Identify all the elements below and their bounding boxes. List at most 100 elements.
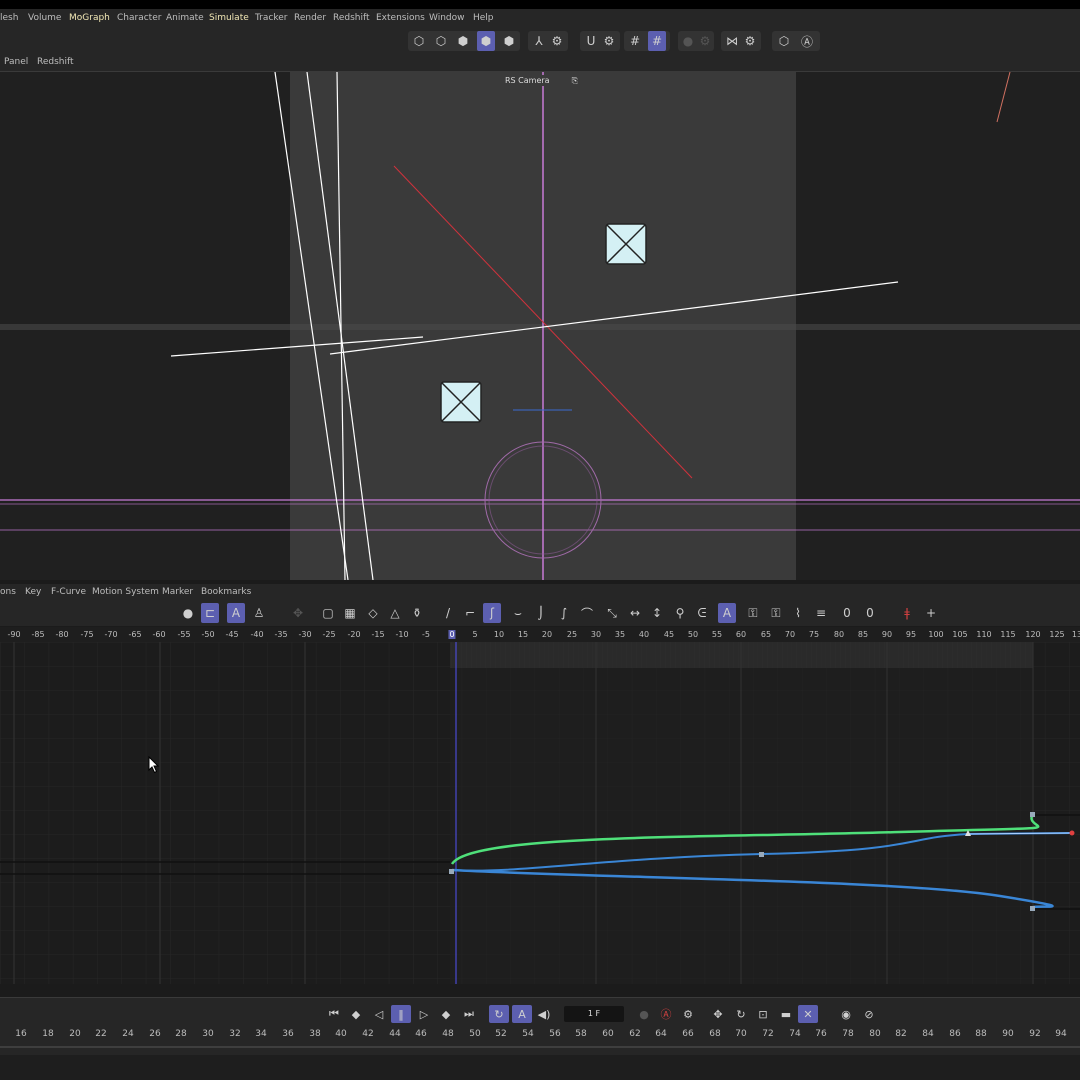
hex-icon[interactable]: ⬡ [775, 31, 793, 51]
break-tangent-icon[interactable]: ⤡ [603, 603, 621, 623]
timeline-menu-bookmarks[interactable]: Bookmarks [201, 587, 251, 597]
spline-icon[interactable]: ⅄ [530, 31, 548, 51]
keyframe[interactable] [1030, 812, 1035, 817]
menu-render[interactable]: Render [294, 13, 326, 23]
viewport-menu-panel[interactable]: Panel [4, 57, 28, 67]
mirror-icon[interactable]: ⋈ [723, 31, 741, 51]
loop-icon[interactable]: ↻ [489, 1005, 509, 1023]
film-icon[interactable]: ▦ [341, 603, 359, 623]
user-icon[interactable]: ♙ [250, 603, 268, 623]
add-marker-icon[interactable]: + [922, 603, 940, 623]
a-icon[interactable]: A [227, 603, 245, 623]
cone-icon[interactable]: ⬡ [432, 31, 450, 51]
a-icon[interactable]: Ⓐ [798, 31, 816, 51]
ease-both-icon[interactable]: ⌒ [578, 603, 596, 623]
camera-label[interactable]: RS Camera ⎘ [501, 75, 581, 86]
key-rotate-icon[interactable]: ↻ [731, 1005, 751, 1023]
move-icon[interactable]: ✥ [289, 603, 307, 623]
camera-icon[interactable]: ⎘ [572, 75, 578, 86]
frame-all-icon[interactable]: ▢ [319, 603, 337, 623]
3d-viewport[interactable]: RS Camera ⎘ [0, 72, 1080, 580]
auto-key-icon[interactable]: A [512, 1005, 532, 1023]
next-frame-icon[interactable]: ▷ [414, 1005, 434, 1023]
menu-character[interactable]: Character [117, 13, 161, 23]
auto-record-icon[interactable]: Ⓐ [656, 1005, 676, 1023]
go-to-start-icon[interactable]: ⏮ [324, 1005, 344, 1023]
menu-help[interactable]: Help [473, 13, 494, 23]
step-icon[interactable]: ⌐ [461, 603, 479, 623]
sound-icon[interactable]: ◀) [534, 1005, 554, 1023]
linear-icon[interactable]: / [439, 603, 457, 623]
sphere-icon[interactable]: ● [179, 603, 197, 623]
ease-out-icon[interactable]: ∫ [555, 603, 573, 623]
timeline-menu-key[interactable]: Key [25, 587, 41, 597]
magnet-icon[interactable]: ᕮ [693, 603, 711, 623]
gear-icon[interactable]: ⚙ [548, 31, 566, 51]
grid-icon[interactable]: # [626, 31, 644, 51]
pin-icon[interactable]: ⚲ [671, 603, 689, 623]
key-move-icon[interactable]: ✥ [708, 1005, 728, 1023]
bottom-frame-ruler[interactable]: 16 18 20 22 24 26 28 30 32 34 36 38 40 4… [0, 1027, 1080, 1049]
lock-icon[interactable]: ⚿ [767, 603, 785, 623]
menu-animate[interactable]: Animate [166, 13, 204, 23]
tangent-point[interactable] [1069, 830, 1075, 836]
lock-horizontal-icon[interactable]: ↔ [626, 603, 644, 623]
camera-icon[interactable]: ⬢ [477, 31, 495, 51]
zero-length-icon[interactable]: 0 [861, 603, 879, 623]
fcurve-graph[interactable] [0, 642, 1080, 984]
sphere-icon[interactable]: ⬢ [454, 31, 472, 51]
gear-icon[interactable]: ⚙ [741, 31, 759, 51]
ease-in-icon[interactable]: ⌡ [532, 603, 550, 623]
snap-grid-icon[interactable]: # [648, 31, 666, 51]
menu-mesh[interactable]: lesh [0, 13, 18, 23]
record-icon[interactable]: ● [634, 1005, 654, 1023]
previous-key-icon[interactable]: ◆ [346, 1005, 366, 1023]
keyframe[interactable] [449, 869, 454, 874]
magnet-icon[interactable]: U [582, 31, 600, 51]
eraser-icon[interactable]: ◇ [364, 603, 382, 623]
menu-tracker[interactable]: Tracker [255, 13, 287, 23]
timeline-menu-motion-system[interactable]: Motion System [92, 587, 159, 597]
menu-extensions[interactable]: Extensions [376, 13, 425, 23]
pause-icon[interactable]: ‖ [391, 1005, 411, 1023]
viewport-menu-redshift[interactable]: Redshift [37, 57, 74, 67]
timeline-menu-fcurve[interactable]: F-Curve [51, 587, 86, 597]
motion-settings-icon[interactable]: ⊘ [859, 1005, 879, 1023]
current-frame-tick[interactable]: 0 [448, 630, 456, 639]
lock-icon[interactable]: ⚿ [744, 603, 762, 623]
record-icon[interactable]: ● [679, 31, 697, 51]
marker-icon[interactable]: ǂ [898, 603, 916, 623]
delta-icon[interactable]: △ [386, 603, 404, 623]
timeline-menu-marker[interactable]: Marker [162, 587, 193, 597]
spline-icon[interactable]: ʃ [483, 603, 501, 623]
current-frame-field[interactable]: 1 F [564, 1006, 624, 1022]
key-settings-icon[interactable]: ⚙ [678, 1005, 698, 1023]
equalize-icon[interactable]: ≡ [812, 603, 830, 623]
previous-frame-icon[interactable]: ◁ [369, 1005, 389, 1023]
auto-tangent-icon[interactable]: A [718, 603, 736, 623]
null-object[interactable] [440, 381, 482, 423]
key-param-icon[interactable]: ▬ [776, 1005, 796, 1023]
menu-volume[interactable]: Volume [28, 13, 61, 23]
light-icon[interactable]: ⬢ [500, 31, 518, 51]
menu-mograph[interactable]: MoGraph [69, 13, 110, 23]
keyframe[interactable] [759, 852, 764, 857]
frame-ruler[interactable]: -90 -85 -80 -75 -70 -65 -60 -55 -50 -45 … [0, 627, 1080, 642]
overshoot-icon[interactable]: ⌇ [789, 603, 807, 623]
null-object[interactable] [605, 223, 647, 265]
menu-redshift[interactable]: Redshift [333, 13, 370, 23]
menu-simulate[interactable]: Simulate [209, 13, 249, 23]
brush-icon[interactable]: ⚱ [408, 603, 426, 623]
ease-icon[interactable]: ⌣ [509, 603, 527, 623]
hierarchy-icon[interactable]: ⊏ [201, 603, 219, 623]
timeline-menu-functions[interactable]: ons [0, 587, 16, 597]
zero-angle-icon[interactable]: 0 [838, 603, 856, 623]
key-scale-icon[interactable]: ⊡ [753, 1005, 773, 1023]
lock-vertical-icon[interactable]: ↕ [648, 603, 666, 623]
cube-icon[interactable]: ⬡ [410, 31, 428, 51]
key-pla-icon[interactable]: ✕ [798, 1005, 818, 1023]
settings-icon[interactable]: ⚙ [600, 31, 618, 51]
next-key-icon[interactable]: ◆ [436, 1005, 456, 1023]
menu-window[interactable]: Window [429, 13, 465, 23]
gear-icon[interactable]: ⚙ [696, 31, 714, 51]
